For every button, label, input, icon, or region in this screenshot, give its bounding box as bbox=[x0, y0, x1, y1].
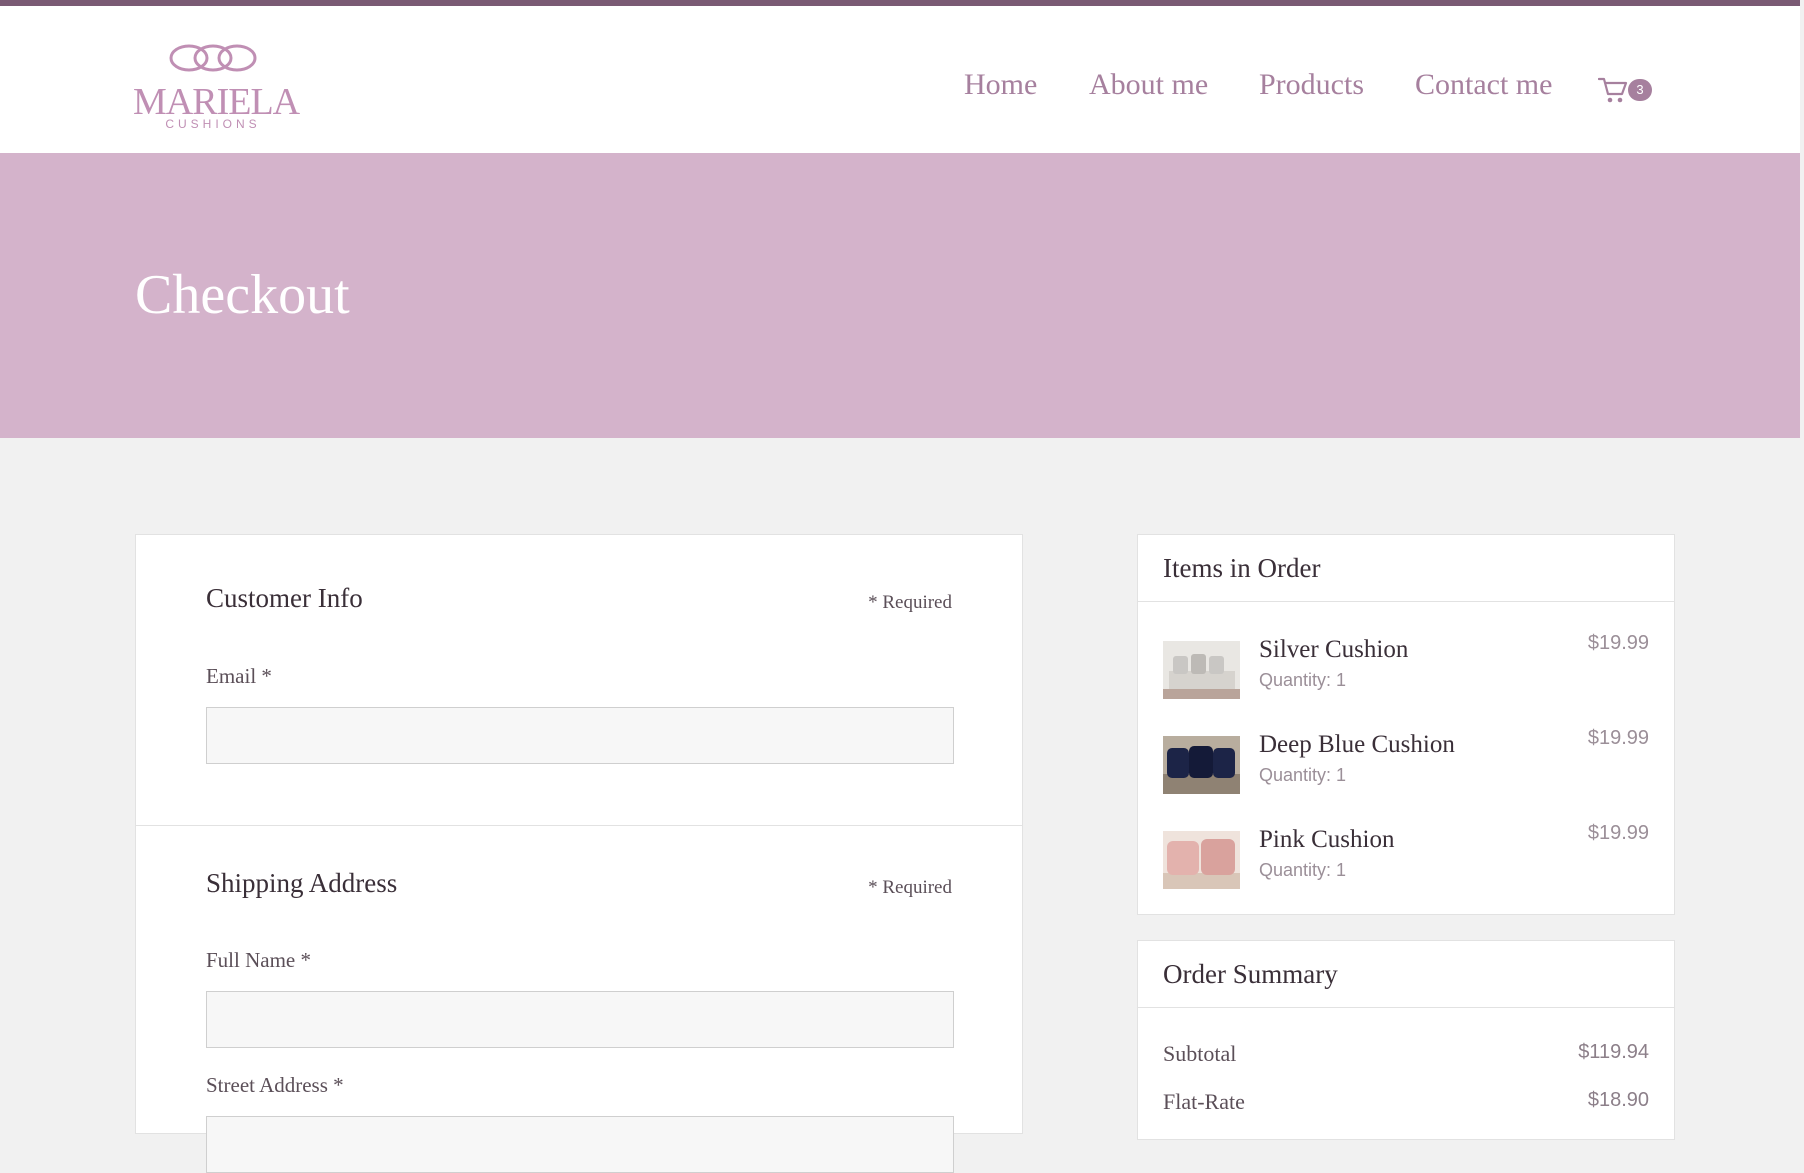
logo-tagline: CUSHIONS bbox=[165, 117, 261, 131]
shipping-address-required-note: * Required bbox=[868, 877, 952, 898]
order-summary-panel: Order Summary Subtotal $119.94 Flat-Rate… bbox=[1137, 940, 1675, 1140]
deep-blue-cushion-thumbnail bbox=[1163, 736, 1240, 794]
cart-button[interactable]: 3 bbox=[1597, 76, 1658, 106]
page-title: Checkout bbox=[135, 264, 350, 326]
street-address-field[interactable] bbox=[206, 1116, 954, 1173]
customer-info-required-note: * Required bbox=[868, 592, 952, 613]
order-item-price: $19.99 bbox=[1587, 727, 1649, 749]
order-summary-title: Order Summary bbox=[1163, 959, 1338, 989]
cart-icon bbox=[1597, 77, 1628, 103]
order-item-name: Deep Blue Cushion bbox=[1259, 731, 1455, 758]
order-item: Pink Cushion Quantity: 1 $19.99 bbox=[1138, 822, 1674, 911]
order-item-name: Silver Cushion bbox=[1259, 636, 1409, 663]
summary-value: $18.90 bbox=[1587, 1089, 1649, 1111]
email-label: Email * bbox=[206, 664, 272, 688]
order-item-quantity: Quantity: 1 bbox=[1259, 765, 1347, 785]
summary-value: $119.94 bbox=[1578, 1041, 1649, 1063]
order-item-quantity: Quantity: 1 bbox=[1259, 670, 1347, 690]
nav-item-home[interactable]: Home bbox=[964, 68, 1037, 102]
order-item: Silver Cushion Quantity: 1 $19.99 bbox=[1138, 632, 1674, 721]
street-address-label: Street Address * bbox=[206, 1073, 344, 1097]
site-header: MARIELA CUSHIONS Home About me Products … bbox=[0, 6, 1800, 153]
order-item: Deep Blue Cushion Quantity: 1 $19.99 bbox=[1138, 727, 1674, 816]
summary-row-subtotal: Subtotal $119.94 bbox=[1138, 1041, 1674, 1071]
order-item-name: Pink Cushion bbox=[1259, 826, 1395, 853]
nav-item-about-me[interactable]: About me bbox=[1089, 68, 1208, 102]
customer-info-title: Customer Info bbox=[206, 583, 363, 613]
items-in-order-title: Items in Order bbox=[1163, 553, 1321, 583]
order-summary-header: Order Summary bbox=[1138, 941, 1674, 1008]
order-item-price: $19.99 bbox=[1587, 822, 1649, 844]
silver-cushion-thumbnail bbox=[1163, 641, 1240, 699]
order-item-quantity: Quantity: 1 bbox=[1259, 860, 1347, 880]
shipping-address-title: Shipping Address bbox=[206, 868, 398, 898]
checkout-form: Customer Info * Required Email * Shippin… bbox=[135, 534, 1023, 1173]
full-name-field[interactable] bbox=[206, 991, 954, 1048]
nav-item-contact-me[interactable]: Contact me bbox=[1415, 68, 1552, 102]
items-in-order-panel: Items in Order Silver Cushion Quantity: … bbox=[1137, 534, 1675, 915]
cart-count-badge: 3 bbox=[1628, 79, 1652, 101]
summary-label: Subtotal bbox=[1163, 1041, 1237, 1066]
site-logo[interactable]: MARIELA CUSHIONS bbox=[133, 42, 300, 132]
logo-rings-icon bbox=[169, 44, 257, 72]
full-name-label: Full Name * bbox=[206, 948, 311, 972]
pink-cushion-thumbnail bbox=[1163, 831, 1240, 889]
nav-item-products[interactable]: Products bbox=[1259, 68, 1364, 102]
items-in-order-header: Items in Order bbox=[1138, 535, 1674, 602]
page-hero: Checkout bbox=[0, 153, 1800, 438]
summary-label: Flat-Rate bbox=[1163, 1089, 1245, 1114]
order-item-price: $19.99 bbox=[1587, 632, 1649, 654]
email-field[interactable] bbox=[206, 707, 954, 764]
section-divider bbox=[136, 825, 1022, 826]
summary-row-flat-rate: Flat-Rate $18.90 bbox=[1138, 1089, 1674, 1119]
